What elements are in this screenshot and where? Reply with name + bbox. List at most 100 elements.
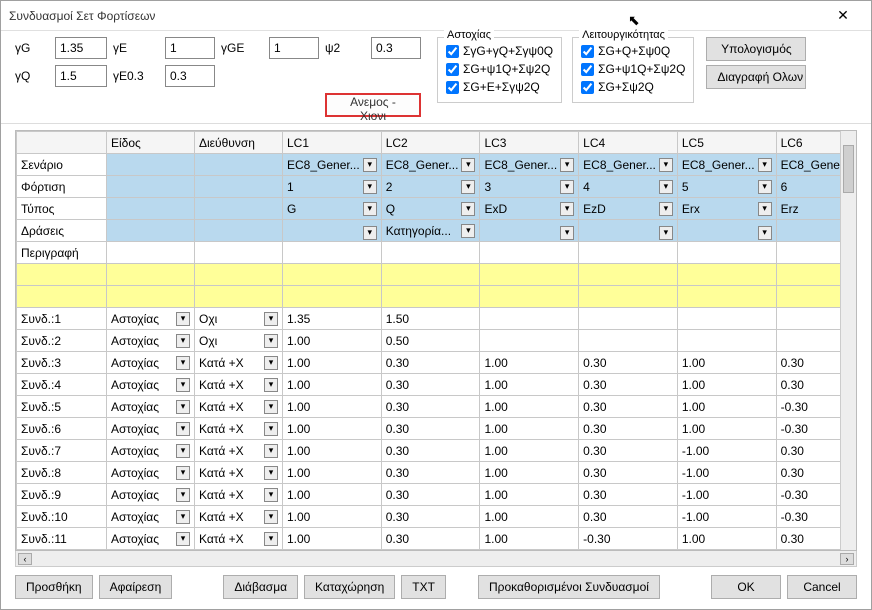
cell[interactable]: 0.30 bbox=[776, 528, 840, 550]
chevron-down-icon[interactable]: ▾ bbox=[264, 334, 278, 348]
h-lc2[interactable]: LC2 bbox=[381, 132, 480, 154]
combo-kind[interactable]: Αστοχίας▾ bbox=[107, 308, 195, 330]
h-lc1[interactable]: LC1 bbox=[283, 132, 382, 154]
cell[interactable]: 1.00 bbox=[480, 506, 579, 528]
cell[interactable]: -0.30 bbox=[776, 418, 840, 440]
cell[interactable]: EC8_Gener...▾ bbox=[381, 154, 480, 176]
cell[interactable]: -0.30 bbox=[776, 484, 840, 506]
cell[interactable]: 1.00 bbox=[283, 550, 382, 551]
gE03-input[interactable] bbox=[165, 65, 215, 87]
horizontal-scrollbar[interactable]: ‹ › bbox=[15, 551, 857, 567]
combo-kind[interactable]: Αστοχίας▾ bbox=[107, 484, 195, 506]
cell[interactable]: 0.50 bbox=[381, 330, 480, 352]
chevron-down-icon[interactable]: ▾ bbox=[758, 180, 772, 194]
cell[interactable]: 1.00 bbox=[480, 352, 579, 374]
cell[interactable]: 3▾ bbox=[480, 176, 579, 198]
chevron-down-icon[interactable]: ▾ bbox=[264, 532, 278, 546]
cell[interactable]: 0.30 bbox=[381, 506, 480, 528]
combo-dir[interactable]: Κατά +X▾ bbox=[195, 440, 283, 462]
cell[interactable]: 1.00 bbox=[480, 396, 579, 418]
combo-dir[interactable]: Κατά +X▾ bbox=[195, 374, 283, 396]
cell[interactable]: 0.30 bbox=[579, 484, 678, 506]
cell[interactable]: 0.30 bbox=[579, 352, 678, 374]
scroll-right-icon[interactable]: › bbox=[840, 553, 854, 565]
cell[interactable]: 0.30 bbox=[381, 396, 480, 418]
cell[interactable]: 1.00 bbox=[283, 440, 382, 462]
h-dir[interactable]: Διεύθυνση bbox=[195, 132, 283, 154]
remove-button[interactable]: Αφαίρεση bbox=[99, 575, 173, 599]
chevron-down-icon[interactable]: ▾ bbox=[659, 158, 673, 172]
cell[interactable]: 0.30 bbox=[381, 550, 480, 551]
chevron-down-icon[interactable]: ▾ bbox=[264, 356, 278, 370]
chevron-down-icon[interactable]: ▾ bbox=[176, 400, 190, 414]
cell[interactable]: 1.00 bbox=[677, 550, 776, 551]
combo-kind[interactable]: Αστοχίας▾ bbox=[107, 374, 195, 396]
chevron-down-icon[interactable]: ▾ bbox=[461, 202, 475, 216]
cell[interactable]: EC8_Gener...▾ bbox=[677, 154, 776, 176]
cell[interactable]: 0.30 bbox=[381, 418, 480, 440]
cell[interactable]: -0.30 bbox=[776, 550, 840, 551]
cell[interactable]: 0.30 bbox=[776, 374, 840, 396]
combo-kind[interactable]: Αστοχίας▾ bbox=[107, 440, 195, 462]
cell[interactable]: 2▾ bbox=[381, 176, 480, 198]
cell[interactable] bbox=[579, 330, 678, 352]
combo-dir[interactable]: Κατά +X▾ bbox=[195, 528, 283, 550]
cell[interactable]: ExD▾ bbox=[480, 198, 579, 220]
chevron-down-icon[interactable]: ▾ bbox=[264, 400, 278, 414]
h-lc4[interactable]: LC4 bbox=[579, 132, 678, 154]
cell[interactable]: 1.00 bbox=[283, 528, 382, 550]
cell[interactable]: 0.30 bbox=[381, 440, 480, 462]
combo-dir[interactable]: Κατά +X▾ bbox=[195, 396, 283, 418]
cell[interactable]: 0.30 bbox=[776, 352, 840, 374]
cell[interactable]: Erz▾ bbox=[776, 198, 840, 220]
default-combos-button[interactable]: Προκαθορισμένοι Συνδυασμοί bbox=[478, 575, 660, 599]
combo-kind[interactable]: Αστοχίας▾ bbox=[107, 352, 195, 374]
gE-input[interactable] bbox=[165, 37, 215, 59]
cell[interactable]: -1.00 bbox=[677, 506, 776, 528]
h-lc5[interactable]: LC5 bbox=[677, 132, 776, 154]
chevron-down-icon[interactable]: ▾ bbox=[461, 180, 475, 194]
service-c2-check[interactable] bbox=[581, 63, 594, 76]
combo-kind[interactable]: Αστοχίας▾ bbox=[107, 550, 195, 551]
cell[interactable]: 0.30 bbox=[579, 440, 678, 462]
cell[interactable]: 1.00 bbox=[677, 374, 776, 396]
failure-c3-check[interactable] bbox=[446, 81, 459, 94]
chevron-down-icon[interactable]: ▾ bbox=[176, 312, 190, 326]
cell[interactable]: -1.00 bbox=[677, 484, 776, 506]
cell[interactable]: EzD▾ bbox=[579, 198, 678, 220]
cell[interactable]: 1.00 bbox=[283, 330, 382, 352]
cell[interactable]: 1.00 bbox=[283, 396, 382, 418]
cell[interactable]: 0.30 bbox=[579, 506, 678, 528]
cancel-button[interactable]: Cancel bbox=[787, 575, 857, 599]
chevron-down-icon[interactable]: ▾ bbox=[758, 158, 772, 172]
cell[interactable] bbox=[677, 308, 776, 330]
chevron-down-icon[interactable]: ▾ bbox=[560, 158, 574, 172]
h-lc3[interactable]: LC3 bbox=[480, 132, 579, 154]
chevron-down-icon[interactable]: ▾ bbox=[176, 532, 190, 546]
cell[interactable]: ▾ bbox=[283, 220, 382, 242]
chevron-down-icon[interactable]: ▾ bbox=[176, 510, 190, 524]
service-c1-check[interactable] bbox=[581, 45, 594, 58]
chevron-down-icon[interactable]: ▾ bbox=[363, 158, 377, 172]
txt-button[interactable]: TXT bbox=[401, 575, 446, 599]
wind-snow-button[interactable]: Ανεμος - Χιονι bbox=[325, 93, 421, 117]
chevron-down-icon[interactable]: ▾ bbox=[363, 226, 377, 240]
ok-button[interactable]: OK bbox=[711, 575, 781, 599]
cell[interactable]: 1.00 bbox=[480, 374, 579, 396]
combo-dir[interactable]: Κατά +X▾ bbox=[195, 484, 283, 506]
cell[interactable]: 1.00 bbox=[480, 528, 579, 550]
h-kind[interactable]: Είδος bbox=[107, 132, 195, 154]
combo-dir[interactable]: Κατά +X▾ bbox=[195, 506, 283, 528]
chevron-down-icon[interactable]: ▾ bbox=[659, 226, 673, 240]
cell[interactable]: -1.00 bbox=[677, 440, 776, 462]
add-button[interactable]: Προσθήκη bbox=[15, 575, 93, 599]
chevron-down-icon[interactable]: ▾ bbox=[560, 202, 574, 216]
gG-input[interactable] bbox=[55, 37, 107, 59]
combo-kind[interactable]: Αστοχίας▾ bbox=[107, 418, 195, 440]
failure-c1-check[interactable] bbox=[446, 45, 459, 58]
chevron-down-icon[interactable]: ▾ bbox=[659, 180, 673, 194]
combo-dir[interactable]: Κατά +X▾ bbox=[195, 462, 283, 484]
h-lc6[interactable]: LC6 bbox=[776, 132, 840, 154]
chevron-down-icon[interactable]: ▾ bbox=[176, 356, 190, 370]
cell[interactable]: 1.00 bbox=[480, 462, 579, 484]
